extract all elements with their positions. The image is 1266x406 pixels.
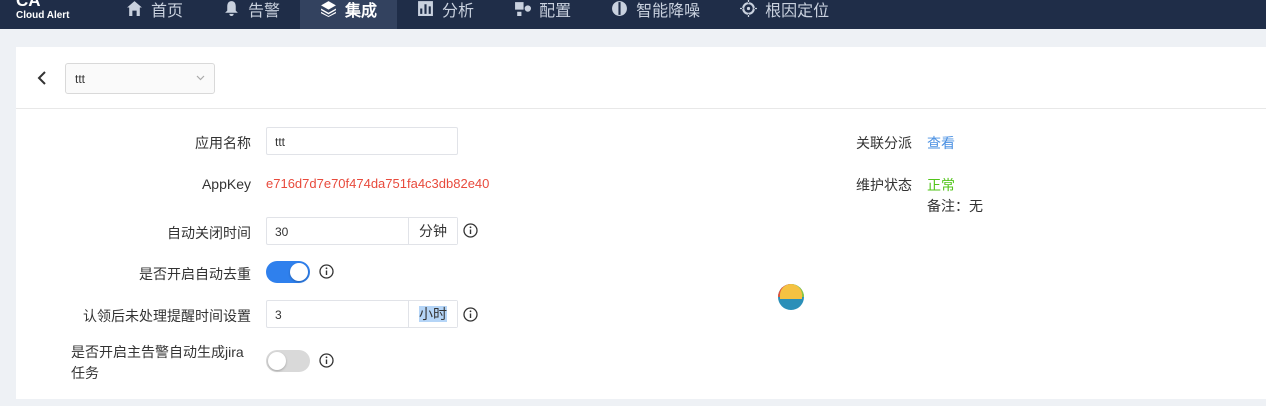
card-header: ttt — [16, 47, 1266, 109]
appkey-value: e716d7d7e70f474da751fa4c3db82e40 — [266, 176, 490, 191]
remind-value: 3 — [275, 308, 282, 322]
jira-label-line2: 任务 — [71, 365, 99, 381]
dedup-toggle[interactable] — [266, 261, 310, 283]
auto-close-value: 30 — [275, 225, 289, 239]
auto-close-unit: 分钟 — [408, 218, 457, 244]
dispatch-label: 关联分派 — [856, 135, 912, 151]
brand-logo[interactable]: CA Cloud Alert — [16, 0, 70, 22]
jira-label-line1: 是否开启主告警自动生成jira — [71, 344, 244, 360]
remind-input[interactable]: 3 小时 — [266, 300, 458, 328]
brand-name: Cloud Alert — [16, 10, 70, 21]
nav-label: 集成 — [345, 2, 378, 20]
back-arrow-icon[interactable] — [36, 70, 48, 86]
loading-spinner-icon — [778, 284, 804, 310]
remark-value: 无 — [969, 198, 983, 214]
remind-unit-text: 小时 — [419, 306, 447, 322]
main-nav: 首页 告警 集成 分析 配置 智能降噪 根因定位 — [106, 0, 849, 29]
jira-toggle[interactable] — [266, 350, 310, 372]
settings-icon — [515, 2, 532, 16]
bell-icon — [225, 1, 238, 16]
nav-item-root-cause[interactable]: 根因定位 — [720, 0, 849, 29]
chart-icon — [418, 1, 433, 16]
nav-item-config[interactable]: 配置 — [494, 0, 591, 29]
remind-unit: 小时 — [408, 301, 457, 327]
info-icon[interactable] — [319, 264, 334, 279]
info-icon[interactable] — [319, 353, 334, 368]
auto-close-input[interactable]: 30 分钟 — [266, 217, 458, 245]
remind-label: 认领后未处理提醒时间设置 — [83, 308, 251, 324]
dispatch-view-link[interactable]: 查看 — [927, 133, 955, 153]
target-icon — [740, 0, 758, 17]
app-selector-value: ttt — [75, 72, 86, 86]
nav-label: 告警 — [248, 2, 281, 20]
jira-label: 是否开启主告警自动生成jira 任务 — [71, 342, 261, 384]
auto-close-label: 自动关闭时间 — [167, 225, 251, 241]
info-icon[interactable] — [463, 223, 478, 238]
nav-label: 分析 — [442, 2, 475, 20]
nav-item-home[interactable]: 首页 — [106, 0, 203, 29]
integration-detail-card: ttt 应用名称 ttt AppKey e716d7d7e70f474da751… — [16, 47, 1266, 399]
home-icon — [127, 1, 142, 16]
dedup-label: 是否开启自动去重 — [139, 266, 251, 282]
brain-icon — [612, 1, 628, 16]
app-name-label: 应用名称 — [195, 135, 251, 151]
maintenance-status: 正常 — [927, 177, 955, 193]
nav-label: 配置 — [539, 2, 572, 20]
chevron-down-icon — [196, 75, 205, 81]
remark-label: 备注： — [927, 198, 969, 214]
nav-item-analysis[interactable]: 分析 — [397, 0, 494, 29]
app-name-value: ttt — [275, 135, 286, 149]
maintenance-remark: 备注：无 — [927, 196, 983, 216]
brand-short: CA — [16, 0, 41, 10]
app-selector[interactable]: ttt — [65, 63, 215, 94]
maintenance-label: 维护状态 — [856, 177, 912, 193]
nav-item-integration[interactable]: 集成 — [300, 0, 398, 29]
nav-label: 首页 — [151, 2, 184, 20]
nav-label: 根因定位 — [765, 2, 830, 20]
top-navbar: CA Cloud Alert 首页 告警 集成 分析 配置 智能降噪 根因定位 — [0, 0, 1266, 29]
nav-item-alerts[interactable]: 告警 — [203, 0, 300, 29]
nav-label: 智能降噪 — [636, 2, 701, 20]
nav-item-noise-reduction[interactable]: 智能降噪 — [591, 0, 720, 29]
app-name-input[interactable]: ttt — [266, 127, 458, 155]
layers-icon — [321, 1, 336, 17]
appkey-label: AppKey — [201, 176, 251, 192]
toggle-knob — [268, 352, 286, 370]
toggle-knob — [290, 263, 308, 281]
info-icon[interactable] — [463, 307, 478, 322]
